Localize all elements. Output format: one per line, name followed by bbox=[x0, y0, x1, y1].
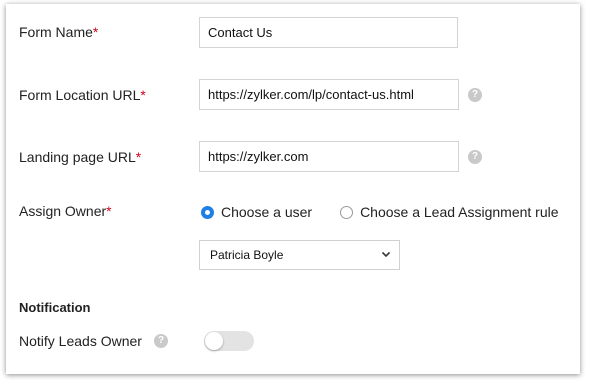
form-location-url-input[interactable] bbox=[199, 79, 459, 110]
help-icon[interactable]: ? bbox=[154, 334, 168, 348]
required-asterisk: * bbox=[106, 203, 112, 219]
required-asterisk: * bbox=[140, 87, 146, 103]
notification-section-title: Notification bbox=[19, 300, 91, 315]
radio-button[interactable] bbox=[340, 205, 354, 219]
landing-page-url-input[interactable] bbox=[199, 141, 459, 172]
form-name-input[interactable] bbox=[199, 17, 458, 48]
web-form-settings-panel: Form Name* Form Location URL* ? Landing … bbox=[6, 4, 580, 374]
help-icon[interactable]: ? bbox=[468, 150, 482, 164]
notify-leads-owner-label: Notify Leads Owner bbox=[19, 333, 142, 349]
form-location-url-label: Form Location URL* bbox=[19, 87, 146, 103]
toggle-knob bbox=[205, 332, 223, 350]
required-asterisk: * bbox=[92, 24, 99, 40]
radio-label: Choose a user bbox=[221, 204, 313, 220]
chevron-down-icon bbox=[381, 251, 391, 258]
selected-user: Patricia Boyle bbox=[210, 248, 284, 262]
radio-button-selected[interactable] bbox=[201, 205, 214, 219]
assign-owner-label: Assign Owner* bbox=[19, 203, 112, 219]
required-asterisk: * bbox=[135, 149, 142, 165]
assign-owner-radio-group: Choose a user Choose a Lead Assignment r… bbox=[201, 204, 559, 220]
landing-page-url-label: Landing page URL* bbox=[19, 149, 142, 165]
radio-choose-user[interactable]: Choose a user bbox=[201, 204, 312, 220]
radio-label: Choose a Lead Assignment rule bbox=[360, 204, 559, 220]
notify-leads-owner-toggle[interactable] bbox=[204, 331, 254, 351]
form-name-label: Form Name* bbox=[19, 24, 99, 40]
radio-choose-lead-assignment-rule[interactable]: Choose a Lead Assignment rule bbox=[340, 204, 559, 220]
help-icon[interactable]: ? bbox=[468, 88, 482, 102]
user-select-dropdown[interactable]: Patricia Boyle bbox=[199, 240, 400, 270]
